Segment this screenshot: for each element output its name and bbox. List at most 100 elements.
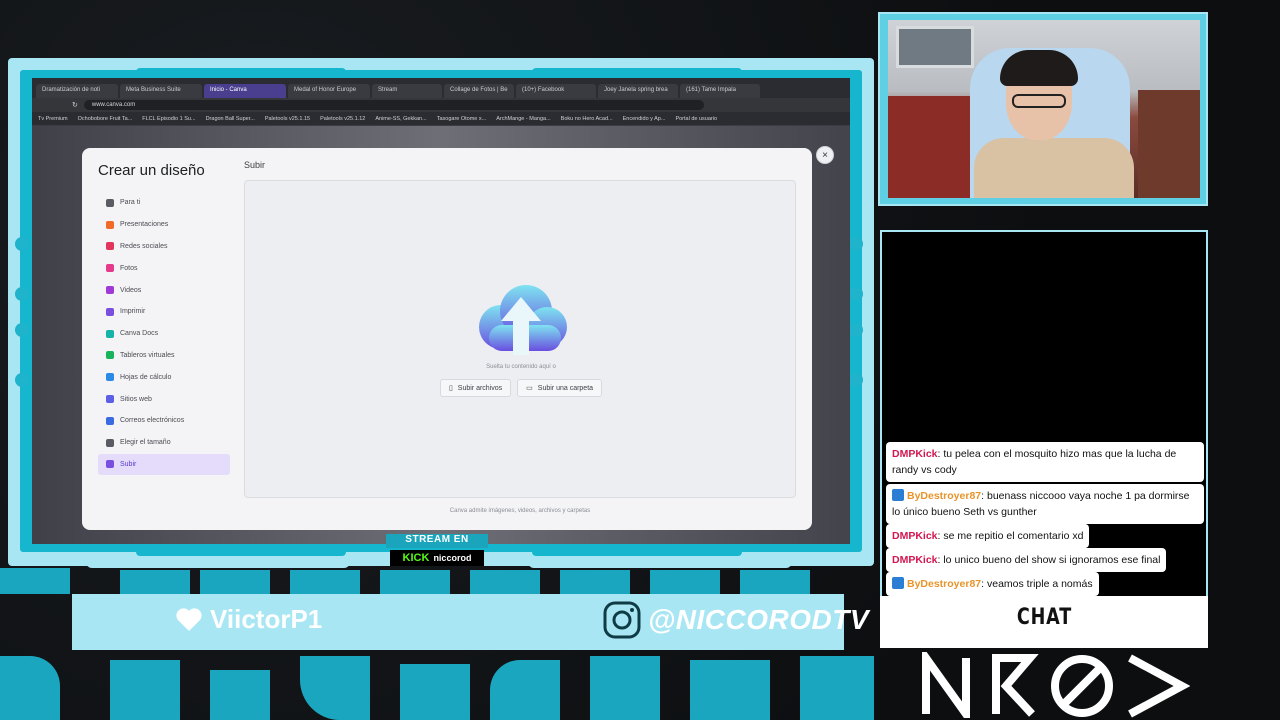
close-button[interactable]: × <box>816 146 834 164</box>
webcam-person-hair <box>1000 50 1078 86</box>
frame-dot <box>15 237 29 251</box>
sidebar-item-label: Canva Docs <box>120 330 159 338</box>
screen-capture: Dramatización de noti Meta Business Suit… <box>32 78 850 544</box>
sidebar-item-label: Fotos <box>120 264 138 272</box>
sidebar-item-label: Tableros virtuales <box>120 351 175 359</box>
create-design-modal: Crear un diseño Subir × Para ti Presenta… <box>82 146 834 530</box>
browser-tab[interactable]: Meta Business Suite <box>120 84 202 98</box>
whiteboard-icon <box>106 351 114 360</box>
pattern-block <box>490 660 560 720</box>
bookmark[interactable]: Anime-SS, Gekkan... <box>375 116 426 122</box>
bookmark[interactable]: Portal de usuario <box>675 116 717 122</box>
sidebar-item-para-ti[interactable]: Para ti <box>98 192 230 214</box>
chat-message: DMPKick: se me repitio el comentario xd <box>886 524 1090 548</box>
pattern-block <box>120 570 190 596</box>
pattern-block <box>290 570 360 596</box>
heart-icon <box>106 242 114 251</box>
sidebar-item-label: Sitios web <box>120 395 152 403</box>
bookmark[interactable]: ArchMange - Manga... <box>496 116 550 122</box>
bookmark[interactable]: Tasogare Otome x... <box>437 116 487 122</box>
spreadsheet-icon <box>106 373 114 382</box>
upload-files-label: Subir archivos <box>457 384 503 392</box>
resize-icon <box>106 438 114 447</box>
browser-tab[interactable]: Dramatización de noti <box>36 84 118 98</box>
browser-tab-active[interactable]: Inicio - Canva <box>204 84 286 98</box>
bookmark[interactable]: Tv Premium <box>38 116 68 122</box>
browser-tab[interactable]: Joey Janela spring brea <box>598 84 678 98</box>
chat-username: DMPKick <box>892 448 938 460</box>
bookmark[interactable]: Ochobobore Fruit Ta... <box>78 116 133 122</box>
bookmark[interactable]: Dragon Ball Super... <box>206 116 255 122</box>
chat-username: DMPKick <box>892 530 938 542</box>
pattern-block <box>470 570 540 596</box>
sidebar-item-subir[interactable]: Subir <box>98 453 230 476</box>
sidebar-item-label: Elegir el tamaño <box>120 439 171 447</box>
webcam-window <box>896 26 974 68</box>
chat-username: ByDestroyer87 <box>907 490 982 502</box>
sidebar-item-canva-docs[interactable]: Canva Docs <box>98 323 230 345</box>
pattern-block <box>110 660 180 720</box>
upload-files-button[interactable]: ▯ Subir archivos <box>439 379 512 397</box>
browser-tab-strip: Dramatización de noti Meta Business Suit… <box>32 84 850 98</box>
instagram-icon <box>603 601 641 639</box>
browser-tab[interactable]: Collage de Fotos | Be <box>444 84 514 98</box>
design-category-list: Para ti Presentaciones Redes sociales Fo… <box>98 192 230 476</box>
bookmarks-bar: Tv Premium Ochobobore Fruit Ta... FLCL E… <box>32 112 850 126</box>
browser-tab[interactable]: Stream <box>372 84 442 98</box>
bookmark[interactable]: Paletools v25.1.15 <box>265 116 310 122</box>
browser-tab[interactable]: (10+) Facebook <box>516 84 596 98</box>
webcam-feed <box>888 20 1200 198</box>
pattern-block <box>800 656 874 720</box>
bookmark[interactable]: Boku no Hero Acad... <box>561 116 613 122</box>
pattern-block <box>650 570 720 596</box>
sidebar-item-label: Presentaciones <box>120 221 169 229</box>
chat-badge-icon <box>892 489 904 501</box>
frame-dot <box>15 287 29 301</box>
upload-folder-button[interactable]: ▭ Subir una carpeta <box>517 379 603 397</box>
sparkle-icon <box>106 198 114 207</box>
presentation-icon <box>106 220 114 229</box>
sidebar-item-elegir-tamano[interactable]: Elegir el tamaño <box>98 432 230 454</box>
pattern-block <box>400 664 470 720</box>
upload-drop-zone[interactable]: Suelta tu contenido aquí o ▯ Subir archiv… <box>244 180 796 498</box>
chat-username: ByDestroyer87 <box>907 578 982 590</box>
webcam-person-body <box>974 138 1134 198</box>
latest-follower: ViictorP1 <box>176 604 322 635</box>
sidebar-item-label: Para ti <box>120 199 141 207</box>
chat-title: CHAT <box>1016 605 1072 630</box>
sidebar-item-presentaciones[interactable]: Presentaciones <box>98 214 230 236</box>
folder-icon: ▭ <box>526 385 533 392</box>
browser-tab[interactable]: (161) Tame Impala <box>680 84 760 98</box>
file-icon: ▯ <box>448 385 453 392</box>
section-title: Subir <box>244 160 266 170</box>
sidebar-item-redes-sociales[interactable]: Redes sociales <box>98 236 230 258</box>
reload-icon[interactable]: ↻ <box>72 101 78 109</box>
sidebar-item-label: Redes sociales <box>120 242 168 250</box>
frame-dot <box>849 323 863 337</box>
sidebar-item-videos[interactable]: Videos <box>98 279 230 301</box>
address-bar[interactable]: www.canva.com <box>83 100 704 110</box>
frame-dot <box>849 373 863 387</box>
chat-message: DMPKick: tu pelea con el mosquito hizo m… <box>886 442 1204 482</box>
bookmark[interactable]: Paletools v25.1.12 <box>320 116 365 122</box>
frame-dot <box>15 323 29 337</box>
bookmark[interactable]: FLCL Episodio 1 Su... <box>142 116 195 122</box>
sidebar-item-sitios-web[interactable]: Sitios web <box>98 388 230 410</box>
frame-dot <box>15 373 29 387</box>
play-icon <box>106 286 114 295</box>
sidebar-item-tableros[interactable]: Tableros virtuales <box>98 345 230 367</box>
sidebar-item-fotos[interactable]: Fotos <box>98 257 230 279</box>
webcam-cabinet <box>1138 90 1200 198</box>
browser-tab[interactable]: Medal of Honor Europe <box>288 84 370 98</box>
frame-bar <box>532 548 742 556</box>
globe-icon <box>106 395 114 404</box>
modal-title: Crear un diseño <box>98 162 205 179</box>
sidebar-item-imprimir[interactable]: Imprimir <box>98 301 230 323</box>
sidebar-item-correos[interactable]: Correos electrónicos <box>98 410 230 432</box>
chat-text: : se me repitio el comentario xd <box>937 530 1084 542</box>
upload-buttons: ▯ Subir archivos ▭ Subir una carpeta <box>245 379 797 397</box>
bookmark[interactable]: Encendido y Ap... <box>623 116 666 122</box>
sidebar-item-hojas-calculo[interactable]: Hojas de cálculo <box>98 366 230 388</box>
supported-formats-note: Canva admite imágenes, videos, archivos … <box>449 508 591 514</box>
stream-label: STREAM EN <box>386 534 488 548</box>
